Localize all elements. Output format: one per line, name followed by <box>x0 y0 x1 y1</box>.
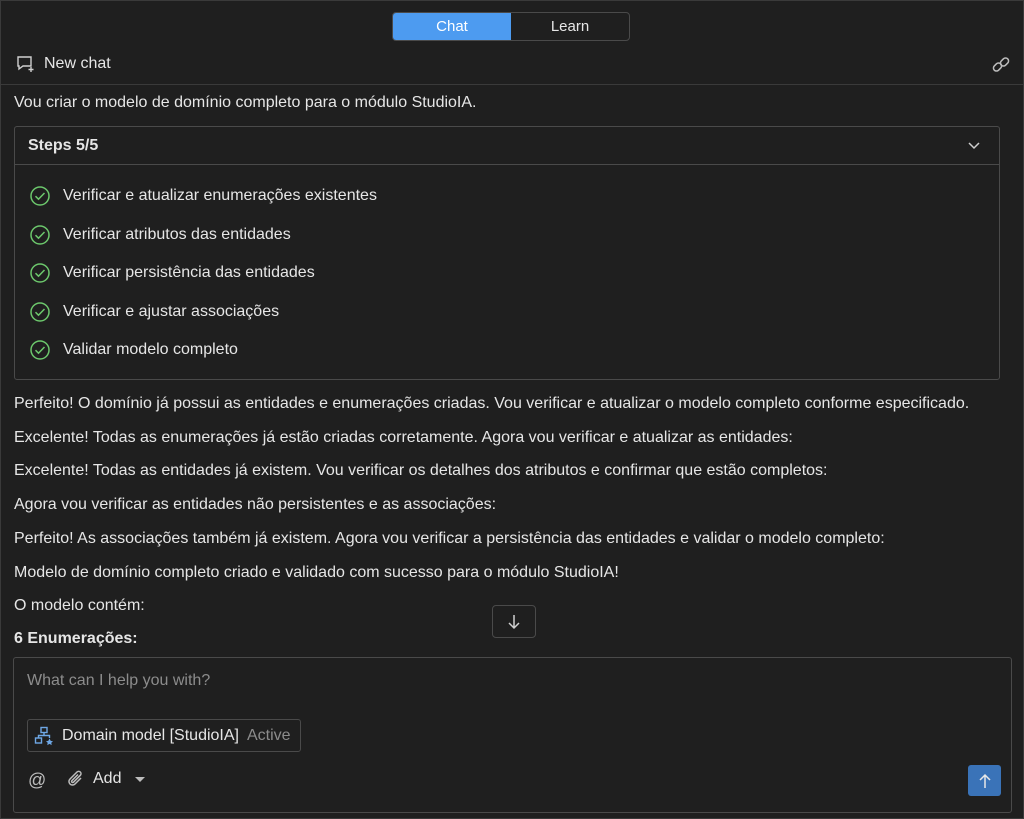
chevron-down-icon[interactable] <box>967 138 981 152</box>
caret-down-icon <box>135 776 146 782</box>
step-item: Verificar atributos das entidades <box>29 223 291 247</box>
section-heading: 6 Enumerações: <box>14 630 138 647</box>
assistant-message: Excelente! Todas as enumerações já estão… <box>14 429 793 446</box>
context-label: Domain model [StudioIA] <box>62 726 239 744</box>
step-label: Verificar e atualizar enumerações existe… <box>63 187 377 204</box>
step-label: Verificar atributos das entidades <box>63 226 291 243</box>
check-circle-icon <box>30 225 50 245</box>
arrow-up-icon <box>978 773 991 788</box>
new-chat-button[interactable]: New chat <box>16 54 111 74</box>
paperclip-icon <box>68 770 82 786</box>
assistant-message: Excelente! Todas as entidades já existem… <box>14 462 828 479</box>
domain-model-icon <box>34 726 53 745</box>
assistant-intro: Vou criar o modelo de domínio completo p… <box>14 94 477 111</box>
assistant-message: Perfeito! O domínio já possui as entidad… <box>14 395 970 412</box>
context-chip[interactable]: Domain model [StudioIA] Active <box>27 719 301 752</box>
check-circle-icon <box>30 302 50 322</box>
step-item: Verificar e ajustar associações <box>29 300 279 324</box>
steps-panel: Steps 5/5 Verificar e atualizar enumeraç… <box>14 126 1000 380</box>
scroll-to-bottom-button[interactable] <box>492 605 536 638</box>
tab-learn[interactable]: Learn <box>511 13 629 40</box>
new-chat-icon <box>17 56 34 72</box>
step-label: Verificar e ajustar associações <box>63 303 280 320</box>
send-button[interactable] <box>968 765 1001 796</box>
context-status: Active <box>246 726 291 744</box>
mode-tabs: Chat Learn <box>392 12 630 41</box>
check-circle-icon <box>30 186 50 206</box>
link-icon[interactable] <box>990 54 1012 76</box>
arrow-down-icon <box>508 614 520 629</box>
chat-toolbar: New chat <box>0 50 1024 85</box>
assistant-message: Perfeito! As associações também já exist… <box>14 530 885 547</box>
tab-chat[interactable]: Chat <box>393 13 511 40</box>
assistant-message: Modelo de domínio completo criado e vali… <box>14 564 619 581</box>
step-label: Verificar persistência das entidades <box>63 264 315 281</box>
check-circle-icon <box>30 340 50 360</box>
add-attachment-button[interactable]: Add <box>67 769 146 789</box>
add-label: Add <box>93 770 122 787</box>
check-circle-icon <box>30 263 50 283</box>
chat-composer[interactable]: What can I help you with? Domain model [… <box>13 657 1012 813</box>
steps-header[interactable]: Steps 5/5 <box>15 127 999 165</box>
step-item: Verificar e atualizar enumerações existe… <box>29 184 377 208</box>
new-chat-label: New chat <box>44 55 111 72</box>
assistant-message: O modelo contém: <box>14 597 145 614</box>
step-label: Validar modelo completo <box>63 341 238 358</box>
step-item: Verificar persistência das entidades <box>29 261 315 285</box>
step-item: Validar modelo completo <box>29 338 238 362</box>
chat-input[interactable]: What can I help you with? <box>27 672 210 690</box>
mention-icon[interactable]: @ <box>28 770 46 791</box>
assistant-message: Agora vou verificar as entidades não per… <box>14 496 497 513</box>
steps-title: Steps 5/5 <box>28 137 99 154</box>
